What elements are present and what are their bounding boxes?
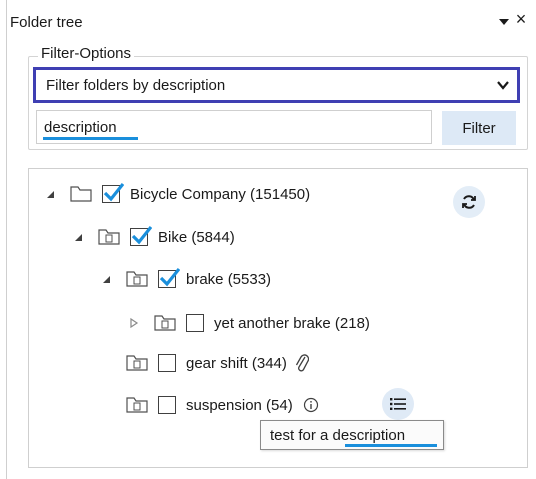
tree-item-label: gear shift (344) bbox=[186, 354, 287, 372]
checkbox-checked[interactable] bbox=[102, 183, 124, 203]
close-button[interactable]: × bbox=[513, 10, 529, 28]
folder-document-icon bbox=[126, 271, 148, 287]
filter-options-label: Filter-Options bbox=[38, 45, 135, 62]
refresh-button[interactable] bbox=[453, 186, 485, 218]
tree-item-bicycle-company[interactable]: Bicycle Company (151450) bbox=[44, 181, 310, 207]
tree-item-gear-shift[interactable]: gear shift (344) bbox=[126, 350, 309, 376]
spellcheck-underline bbox=[345, 444, 437, 447]
folder-document-icon bbox=[154, 315, 176, 331]
tree-item-bike[interactable]: Bike (5844) bbox=[72, 224, 235, 250]
filter-mode-selected-value: Filter folders by description bbox=[46, 76, 226, 94]
checkbox-unchecked[interactable] bbox=[158, 354, 176, 372]
expanded-arrow-icon[interactable] bbox=[44, 188, 56, 200]
folder-document-icon bbox=[126, 397, 148, 413]
filter-mode-select[interactable]: Filter folders by description bbox=[33, 67, 520, 103]
folder-icon bbox=[70, 186, 92, 202]
tree-item-label: Bicycle Company (151450) bbox=[130, 185, 311, 203]
filter-search-value: description bbox=[44, 118, 117, 136]
tooltip-text: test for a description bbox=[270, 426, 406, 444]
panel-left-border bbox=[6, 0, 7, 479]
tree-item-yet-another-brake[interactable]: yet another brake (218) bbox=[128, 310, 370, 336]
tree-item-label: Bike (5844) bbox=[158, 228, 235, 246]
expanded-arrow-icon[interactable] bbox=[100, 273, 112, 285]
tree-item-label: yet another brake (218) bbox=[214, 314, 370, 332]
folder-document-icon bbox=[98, 229, 120, 245]
refresh-icon bbox=[462, 195, 476, 209]
tree-item-label: suspension (54) bbox=[186, 396, 293, 414]
paperclip-icon bbox=[295, 354, 309, 372]
folder-document-icon bbox=[126, 355, 148, 371]
filter-button[interactable]: Filter bbox=[442, 111, 516, 145]
folder-tree-panel: Folder tree × Filter-Options Filter fold… bbox=[0, 0, 536, 479]
chevron-down-icon bbox=[497, 81, 509, 90]
collapsed-arrow-icon[interactable] bbox=[128, 317, 140, 329]
tree-item-suspension[interactable]: suspension (54) bbox=[126, 392, 319, 418]
panel-title: Folder tree bbox=[10, 14, 83, 31]
expanded-arrow-icon[interactable] bbox=[72, 231, 84, 243]
description-tooltip: test for a description bbox=[260, 420, 444, 450]
info-icon bbox=[303, 397, 318, 413]
tree-item-label: brake (5533) bbox=[186, 270, 272, 288]
description-list-button[interactable] bbox=[382, 388, 414, 420]
checkbox-checked[interactable] bbox=[158, 268, 180, 288]
checkbox-unchecked[interactable] bbox=[186, 314, 204, 332]
pin-dropdown-icon[interactable] bbox=[498, 16, 510, 28]
spellcheck-underline bbox=[43, 137, 138, 140]
checkbox-checked[interactable] bbox=[130, 226, 152, 246]
list-icon bbox=[390, 398, 406, 410]
filter-search-input[interactable]: description bbox=[36, 110, 432, 144]
tree-item-brake[interactable]: brake (5533) bbox=[100, 266, 271, 292]
checkbox-unchecked[interactable] bbox=[158, 396, 176, 414]
